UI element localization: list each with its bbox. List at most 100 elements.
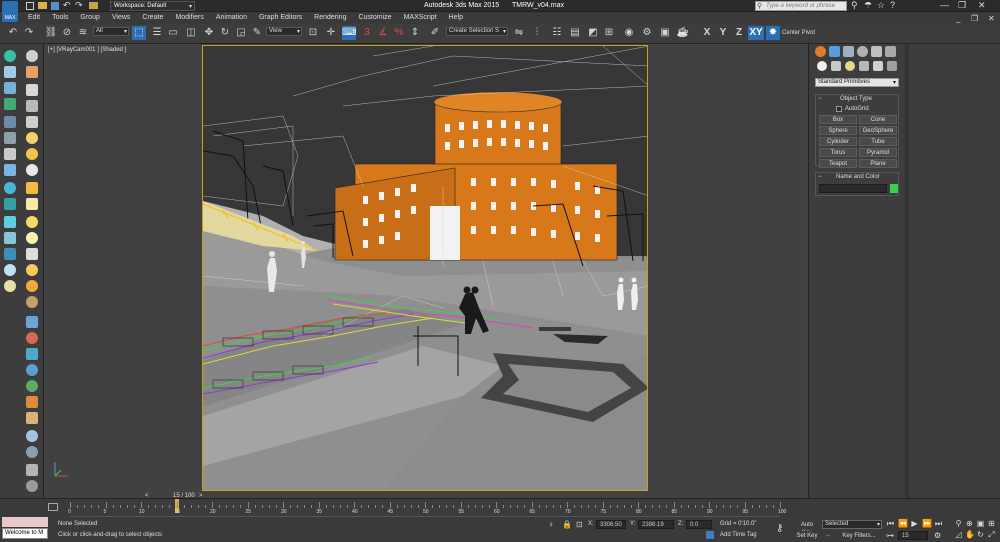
auto-key-button[interactable]: Auto Key: [794, 520, 820, 536]
zoom-extents-all-icon[interactable]: ⊞: [987, 519, 996, 528]
ref-coord-dropdown[interactable]: View ▾: [266, 27, 302, 36]
material-ball-icon[interactable]: [26, 430, 38, 442]
time-tag-icon[interactable]: [706, 531, 714, 539]
sun-light-icon[interactable]: [26, 280, 38, 292]
new-file-icon[interactable]: [26, 2, 34, 10]
scale-icon[interactable]: ◲: [234, 26, 248, 40]
menu-rendering[interactable]: Rendering: [308, 12, 352, 24]
eye-icon[interactable]: [4, 264, 16, 276]
open-file-icon[interactable]: [38, 2, 47, 9]
key-mode-toggle-icon[interactable]: ⊶: [886, 531, 894, 540]
axis-z-button[interactable]: Z: [732, 26, 746, 40]
search-field[interactable]: Type a keyword or phrase ⚲: [755, 1, 847, 11]
undo-icon[interactable]: ↶: [63, 0, 71, 11]
image-icon[interactable]: [26, 66, 38, 78]
window-crossing-icon[interactable]: ◫: [184, 26, 198, 40]
hierarchy-tab-icon[interactable]: [843, 46, 854, 57]
favorites-icon[interactable]: ☆: [877, 0, 885, 11]
menu-tools[interactable]: Tools: [46, 12, 74, 24]
spinner-snap-icon[interactable]: ⇕: [408, 26, 422, 40]
menu-group[interactable]: Group: [74, 12, 105, 24]
lock-icon[interactable]: [4, 66, 16, 78]
helpers-icon[interactable]: [873, 61, 883, 71]
particle-icon[interactable]: [26, 332, 38, 344]
torus-button[interactable]: Torus: [819, 148, 857, 157]
previous-frame-icon[interactable]: ⏪: [898, 519, 908, 528]
system-icon[interactable]: [4, 216, 16, 228]
menu-graph-editors[interactable]: Graph Editors: [253, 12, 308, 24]
hair-icon[interactable]: [26, 348, 38, 360]
document-icon[interactable]: [26, 84, 38, 96]
rollout-toggle-icon[interactable]: −: [818, 96, 822, 102]
x-coordinate-field[interactable]: 3306.50: [596, 520, 626, 529]
pyramid-button[interactable]: Pyramid: [859, 148, 897, 157]
mirror-icon[interactable]: ⇋: [512, 26, 526, 40]
timeline-ruler[interactable]: 0 5 10 15 20 25 30 35 40 45 50 55 60 65 70 75 80 85 90 95 10…: [68, 499, 786, 517]
unlink-icon[interactable]: ⊘: [60, 26, 74, 40]
schematic-view-icon[interactable]: ⊞: [602, 26, 616, 40]
time-slider-track[interactable]: < 15 / 100 >: [143, 493, 203, 501]
zoom-extents-icon[interactable]: ▣: [976, 519, 985, 528]
menu-views[interactable]: Views: [106, 12, 137, 24]
bind-space-warp-icon[interactable]: ≋: [76, 26, 90, 40]
help-circle-icon[interactable]: [26, 480, 38, 492]
go-to-start-icon[interactable]: ⏮: [886, 519, 895, 528]
cloud-icon[interactable]: [26, 164, 38, 176]
layer-manager-icon[interactable]: ☷: [550, 26, 564, 40]
grid-icon[interactable]: [4, 116, 16, 128]
settings-icon[interactable]: [26, 446, 38, 458]
pivot-center-icon[interactable]: ⊡: [306, 26, 320, 40]
helper-icon[interactable]: [4, 182, 16, 194]
menu-customize[interactable]: Customize: [352, 12, 397, 24]
tree-icon[interactable]: [4, 98, 16, 110]
menu-create[interactable]: Create: [136, 12, 169, 24]
tube-button[interactable]: Tube: [859, 137, 897, 146]
time-slider-next-icon[interactable]: >: [199, 493, 203, 499]
bone-icon[interactable]: [4, 232, 16, 244]
motion-tab-icon[interactable]: [857, 46, 868, 57]
paint-icon[interactable]: [26, 396, 38, 408]
set-key-button[interactable]: Set Key: [794, 531, 820, 540]
viewport-label[interactable]: [+] [VRayCam001 ] [Shaded ]: [48, 47, 126, 53]
rotate-icon[interactable]: ↻: [218, 26, 232, 40]
angle-snap-icon[interactable]: ∡: [376, 26, 390, 40]
add-time-tag[interactable]: Add Time Tag: [720, 532, 757, 538]
teapot-button[interactable]: Teapot: [819, 159, 857, 168]
rollout-toggle-icon[interactable]: −: [818, 174, 822, 180]
plane-icon[interactable]: [26, 198, 38, 210]
primitive-category-dropdown[interactable]: Standard Primitives ▾: [815, 78, 899, 87]
render-production-icon[interactable]: ☕: [676, 26, 690, 40]
cube-icon[interactable]: [4, 82, 16, 94]
edit-named-sets-icon[interactable]: ✐: [428, 26, 442, 40]
create-light-icon[interactable]: [4, 50, 16, 62]
script-listener[interactable]: Welcome to M: [0, 517, 50, 541]
app-menu-button[interactable]: MAX: [2, 1, 18, 22]
redo-scene-icon[interactable]: ↷: [22, 26, 36, 40]
help-icon[interactable]: ?: [890, 0, 895, 10]
default-tangent-icon[interactable]: ⌁: [823, 531, 833, 540]
utilities-tab-icon[interactable]: [885, 46, 896, 57]
script-listener-output[interactable]: Welcome to M: [2, 528, 48, 539]
geometry-icon[interactable]: [817, 61, 827, 71]
link-icon[interactable]: ⛓: [44, 26, 58, 40]
ribbon-icon[interactable]: ▤: [568, 26, 582, 40]
selection-lock-icon[interactable]: 🔒: [562, 520, 572, 529]
menu-maxscript[interactable]: MAXScript: [398, 12, 443, 24]
name-color-title[interactable]: Name and Color: [836, 174, 880, 180]
key-icon[interactable]: ⚷: [776, 523, 783, 534]
script-listener-top[interactable]: [2, 517, 48, 527]
create-tab-icon[interactable]: [815, 46, 826, 57]
cone-button[interactable]: Cone: [859, 115, 897, 124]
material-editor-icon[interactable]: ◉: [622, 26, 636, 40]
selection-region-icon[interactable]: ▭: [166, 26, 180, 40]
zoom-icon[interactable]: ⚲: [954, 519, 963, 528]
cylinder-button[interactable]: Cylinder: [819, 137, 857, 146]
percent-snap-icon[interactable]: %: [392, 26, 406, 40]
object-name-field[interactable]: [819, 184, 887, 193]
render-setup-icon[interactable]: ⚙: [640, 26, 654, 40]
snap-3d-icon[interactable]: 3: [360, 26, 374, 40]
time-configuration-icon[interactable]: ⚙: [934, 531, 941, 540]
go-to-end-icon[interactable]: ⏭: [934, 519, 943, 528]
ies-icon[interactable]: [26, 264, 38, 276]
key-mode-dropdown[interactable]: Selected ▾: [822, 520, 882, 529]
